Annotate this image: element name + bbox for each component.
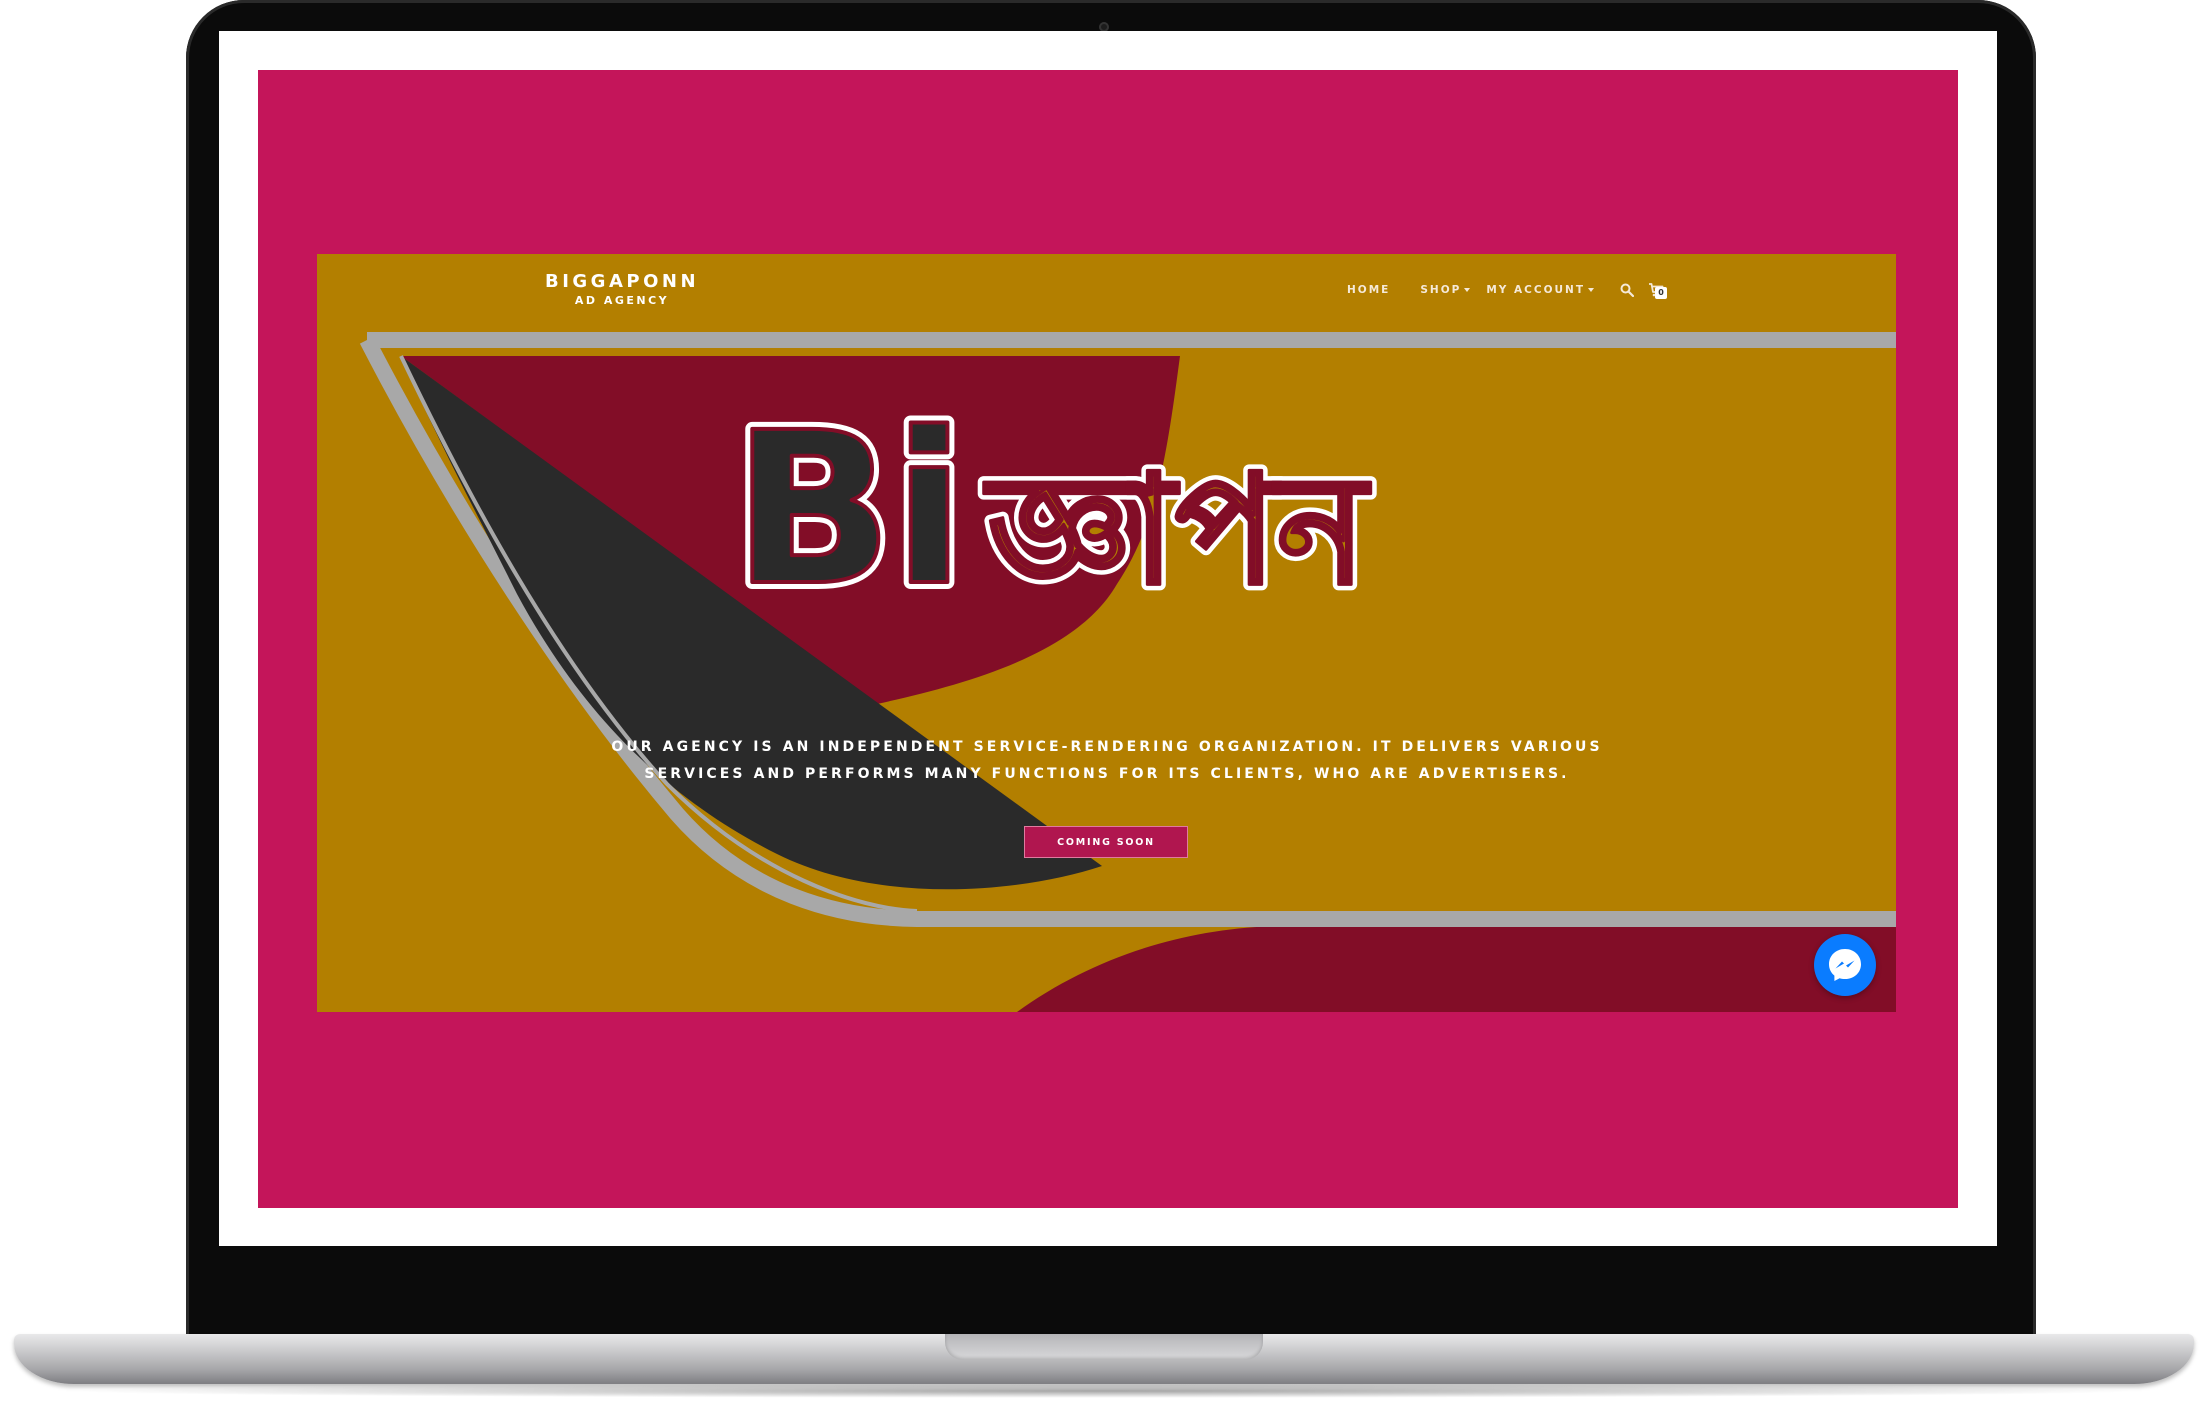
laptop-opening-notch xyxy=(945,1334,1263,1360)
cart-count-badge: 0 xyxy=(1654,287,1667,299)
chevron-down-icon xyxy=(1464,288,1471,292)
messenger-chat-button[interactable] xyxy=(1814,934,1876,996)
messenger-icon xyxy=(1829,949,1861,981)
nav-my-account-label: MY ACCOUNT xyxy=(1486,284,1585,296)
nav-my-account[interactable]: MY ACCOUNT xyxy=(1486,284,1594,296)
hero-title: Bi Bi জ্ঞাপন জ্ঞাপন xyxy=(733,410,1377,630)
brand-tagline: AD AGENCY xyxy=(574,294,670,307)
hero-description: OUR AGENCY IS AN INDEPENDENT SERVICE-REN… xyxy=(497,734,1717,788)
hero-description-line: SERVICES AND PERFORMS MANY FUNCTIONS FOR… xyxy=(644,766,1570,782)
nav-shop-label: SHOP xyxy=(1420,284,1462,296)
hero-title-bengali: জ্ঞাপন xyxy=(983,444,1371,618)
nav-shop[interactable]: SHOP xyxy=(1420,284,1471,296)
maroon-wave-shape xyxy=(1017,925,1896,1012)
chevron-down-icon xyxy=(1587,288,1594,292)
laptop-mockup: BIGGAPONN AD AGENCY HOME SHOP MY ACCOUNT xyxy=(0,0,2208,1412)
hero-decoration xyxy=(359,332,1896,1012)
brand-name: BIGGAPONN xyxy=(544,271,700,292)
website-hero: BIGGAPONN AD AGENCY HOME SHOP MY ACCOUNT xyxy=(317,254,1896,1012)
laptop-shadow xyxy=(60,1384,2150,1398)
cart-button[interactable]: 0 xyxy=(1648,282,1667,299)
hero-description-line: OUR AGENCY IS AN INDEPENDENT SERVICE-REN… xyxy=(611,739,1603,755)
nav-home[interactable]: HOME xyxy=(1347,284,1390,296)
search-icon[interactable] xyxy=(1620,283,1634,297)
main-nav: HOME SHOP MY ACCOUNT 0 xyxy=(1347,282,1667,299)
coming-soon-button[interactable]: COMING SOON xyxy=(1024,826,1188,858)
site-logo[interactable]: BIGGAPONN AD AGENCY xyxy=(542,271,702,307)
hero-title-latin: Bi xyxy=(733,410,965,630)
